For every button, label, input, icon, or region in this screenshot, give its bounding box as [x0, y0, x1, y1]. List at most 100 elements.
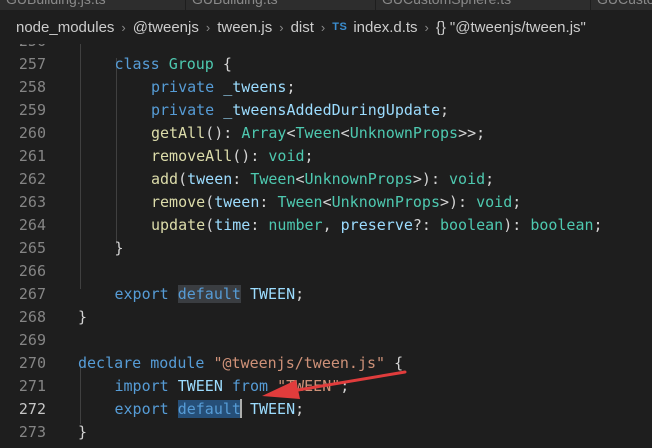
chevron-right-icon: ›	[205, 19, 211, 35]
code-line: 264 update(time: number, preserve?: boole…	[0, 214, 652, 237]
code-text[interactable]: private _tweens;	[151, 76, 296, 99]
breadcrumb-item[interactable]: dist	[291, 19, 314, 36]
code-token: _tweens	[223, 78, 287, 96]
code-text[interactable]: }	[78, 306, 87, 329]
code-line: 266	[0, 260, 652, 283]
code-token: {	[213, 55, 232, 73]
code-token: }	[114, 239, 124, 257]
code-token: <	[286, 124, 296, 142]
code-text[interactable]: }	[115, 237, 124, 260]
editor-tab[interactable]: GUBuilding.js.ts	[0, 0, 186, 10]
code-line: 265}	[0, 237, 652, 260]
code-token: export	[114, 285, 178, 303]
line-number: 267	[18, 285, 46, 303]
code-token: Tween	[295, 124, 341, 142]
chevron-right-icon: ›	[279, 19, 284, 35]
code-token: getAll	[151, 124, 206, 142]
code-token: default	[177, 400, 241, 418]
line-number: 261	[18, 147, 46, 165]
code-line: 269	[0, 329, 652, 352]
breadcrumb-item[interactable]: index.d.ts	[353, 19, 417, 36]
code-token: ?:	[412, 216, 440, 234]
code-token: >):	[412, 170, 450, 188]
line-number: 268	[18, 308, 46, 326]
code-token: TWEEN	[249, 285, 296, 303]
tab-label: GUBuilding.ts	[192, 0, 278, 7]
line-number: 262	[18, 170, 46, 188]
code-editor[interactable]: 256257class Group {258private _tweens;25…	[0, 44, 652, 448]
code-token: ):	[503, 216, 531, 234]
code-token: void	[268, 147, 305, 165]
code-token: default	[177, 285, 241, 303]
code-line: 257 class Group {	[0, 53, 652, 76]
editor-tab[interactable]: GUCustomSphere.ts	[376, 0, 591, 10]
code-line: 267 export default TWEEN;	[0, 283, 652, 306]
code-token: time	[214, 216, 251, 234]
line-number: 260	[18, 124, 46, 142]
code-text[interactable]: private _tweensAddedDuringUpdate;	[151, 99, 449, 122]
code-token: ;	[485, 170, 495, 188]
code-text[interactable]: declare module "@tweenjs/tween.js" {	[78, 352, 403, 375]
line-number: 259	[18, 101, 46, 119]
code-token: from	[222, 377, 278, 395]
line-number: 273	[18, 423, 46, 441]
code-token: >>;	[458, 124, 486, 142]
editor-tab-strip: GUBuilding.js.ts GUBuilding.ts GUCustomSph…	[0, 0, 652, 10]
code-token: ;	[295, 285, 305, 303]
line-number: 264	[18, 216, 46, 234]
code-text[interactable]: update(time: number, preserve?: boolean)…	[151, 214, 603, 237]
code-token: number	[268, 216, 323, 234]
code-line: 268}	[0, 306, 652, 329]
code-text[interactable]: export default TWEEN;	[115, 398, 304, 421]
code-token: void	[476, 193, 513, 211]
editor-tab[interactable]: GUCustom	[591, 0, 652, 10]
code-token: <	[295, 170, 305, 188]
breadcrumb-item[interactable]: node_modules	[16, 19, 114, 36]
code-token: }	[78, 423, 88, 441]
code-token: TWEEN	[249, 400, 296, 418]
code-token: tween	[214, 193, 260, 211]
code-text[interactable]: export default TWEEN;	[114, 283, 305, 306]
line-number: 271	[18, 377, 46, 395]
code-token: removeAll	[151, 147, 233, 165]
code-token: import	[114, 377, 178, 395]
code-token: Group	[168, 55, 214, 73]
line-number: 265	[18, 239, 46, 257]
code-token: >):	[440, 193, 477, 211]
code-token: (	[178, 170, 188, 188]
code-text[interactable]: getAll(): Array<Tween<UnknownProps>>;	[151, 122, 485, 145]
code-token: ,	[322, 216, 341, 234]
tab-label: GUCustom	[597, 0, 652, 7]
breadcrumb-item[interactable]: @tweenjs	[133, 19, 199, 36]
code-text[interactable]: remove(tween: Tween<UnknownProps>): void…	[151, 191, 521, 214]
code-line: 259 private _tweensAddedDuringUpdate;	[0, 99, 652, 122]
code-text[interactable]: import TWEEN from "TWEEN";	[115, 375, 350, 398]
code-token: ;	[512, 193, 522, 211]
editor-tab[interactable]: GUBuilding.ts	[186, 0, 376, 10]
code-token: "@tweenjs/tween.js"	[213, 354, 386, 372]
breadcrumb-item[interactable]: tween.js	[217, 19, 272, 36]
code-token: ;	[304, 147, 314, 165]
code-token: "TWEEN"	[277, 377, 341, 395]
breadcrumb-item[interactable]: "@tweenjs/tween.js"	[450, 19, 586, 36]
code-token: ;	[286, 78, 296, 96]
code-token: ;	[340, 377, 350, 395]
code-token: class	[114, 55, 169, 73]
code-token: TWEEN	[177, 377, 223, 395]
code-text[interactable]: class Group {	[115, 53, 232, 76]
code-token: remove	[151, 193, 206, 211]
code-text[interactable]: }	[78, 421, 87, 444]
code-text[interactable]: removeAll(): void;	[151, 145, 314, 168]
code-token: :	[250, 216, 269, 234]
line-number: 256	[0, 44, 46, 53]
code-line: 258 private _tweens;	[0, 76, 652, 99]
code-token: ;	[440, 101, 450, 119]
code-line: 271 import TWEEN from "TWEEN";	[0, 375, 652, 398]
line-number: 272	[18, 400, 46, 418]
code-line: 256	[0, 44, 652, 53]
code-token: private	[151, 101, 224, 119]
line-number: 258	[18, 78, 46, 96]
code-token: UnknownProps	[349, 124, 459, 142]
code-text[interactable]: add(tween: Tween<UnknownProps>): void;	[151, 168, 494, 191]
